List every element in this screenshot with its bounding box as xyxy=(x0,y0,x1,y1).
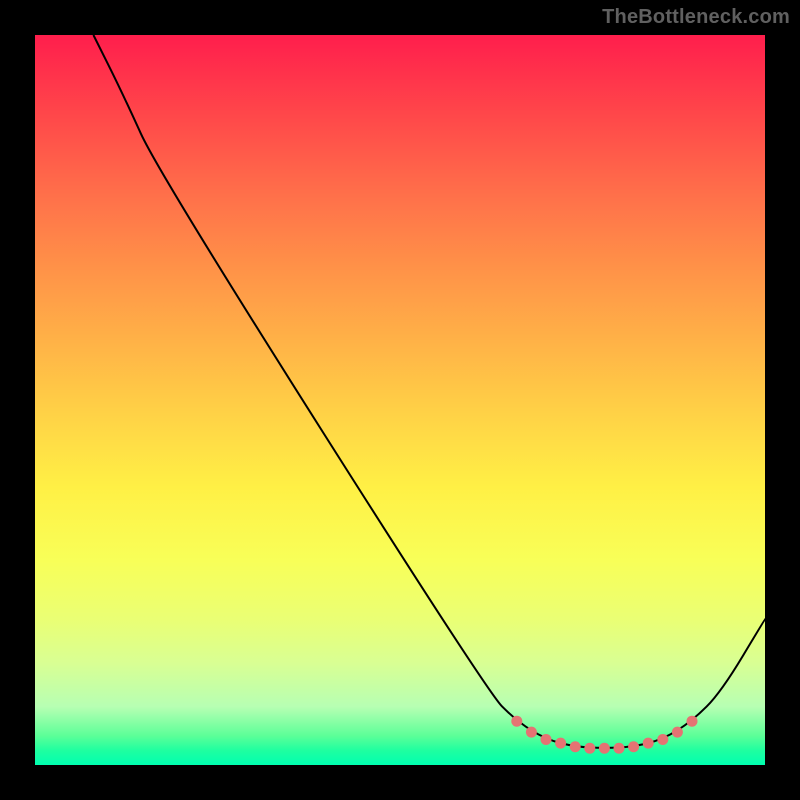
curve-dot xyxy=(541,734,552,745)
curve-dot xyxy=(672,727,683,738)
chart-svg xyxy=(35,35,765,765)
curve-dot xyxy=(614,743,625,754)
curve-dot xyxy=(643,738,654,749)
bottleneck-curve xyxy=(93,35,765,748)
curve-dot xyxy=(687,716,698,727)
curve-dot xyxy=(511,716,522,727)
curve-dot xyxy=(570,741,581,752)
curve-dot xyxy=(584,743,595,754)
curve-dot xyxy=(657,734,668,745)
curve-dot xyxy=(628,741,639,752)
curve-dot xyxy=(526,727,537,738)
curve-dot xyxy=(599,743,610,754)
watermark-text: TheBottleneck.com xyxy=(602,6,790,29)
chart-plot-area xyxy=(35,35,765,765)
curve-dot xyxy=(555,738,566,749)
